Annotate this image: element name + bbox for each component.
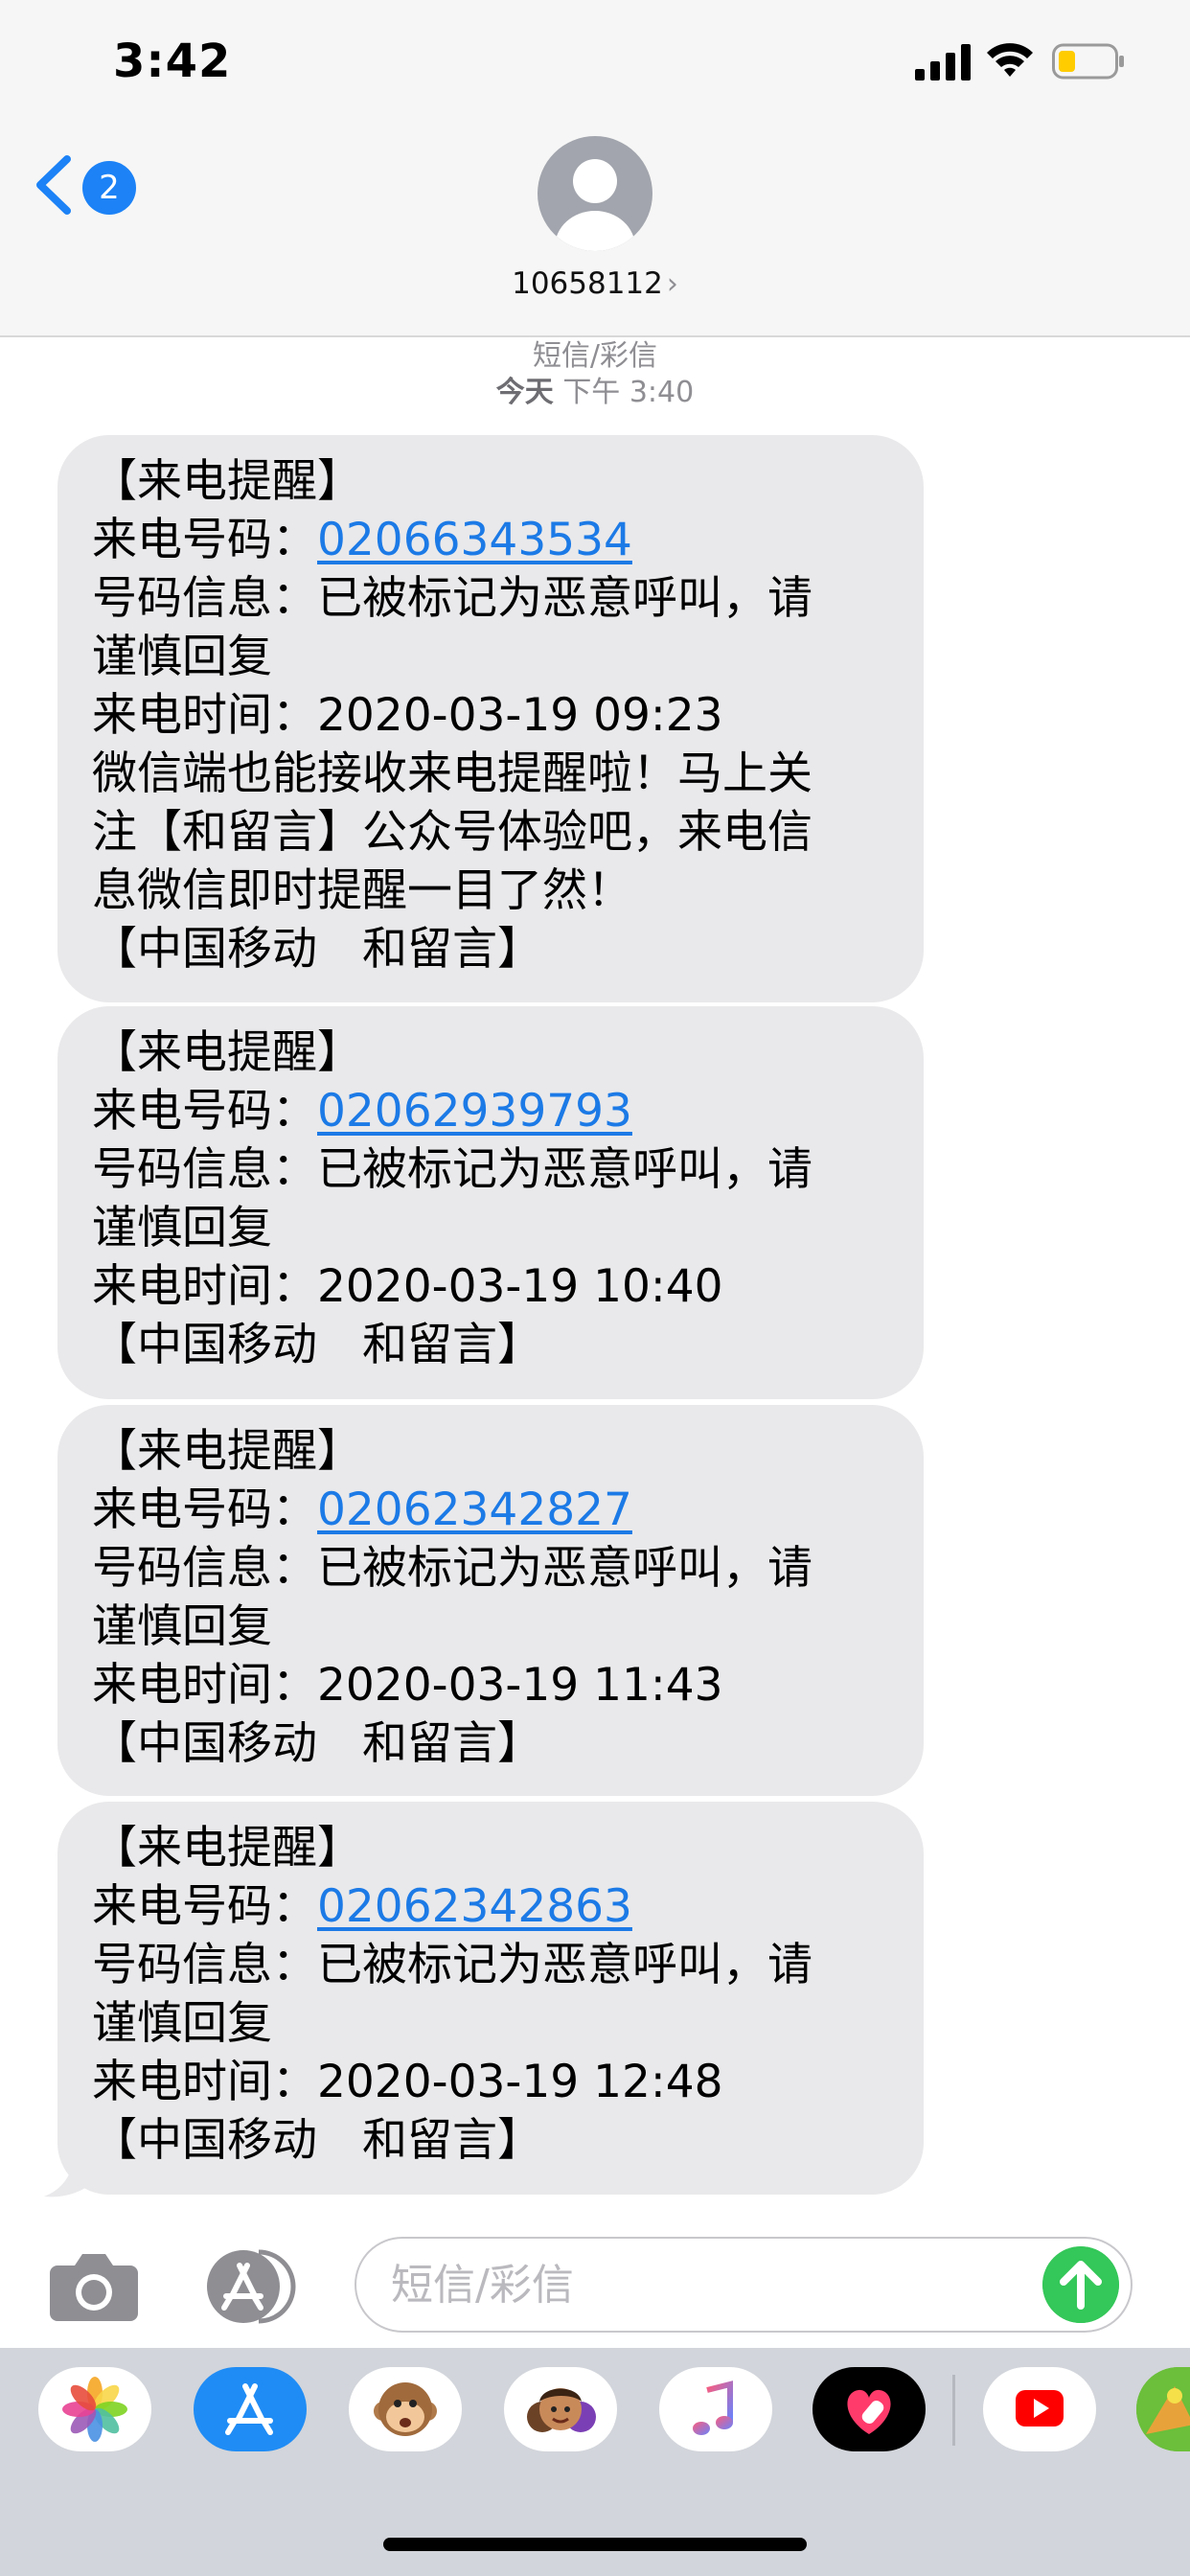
chevron-right-icon: › [666, 267, 678, 301]
message-info-line: 谨慎回复 [92, 1600, 272, 1653]
message-promo-line: 息微信即时提醒一目了然！ [92, 864, 632, 917]
phone-number-link[interactable]: 02062939793 [317, 1085, 632, 1138]
phone-number-link[interactable]: 02066343534 [317, 514, 632, 566]
number-label: 来电号码： [92, 514, 317, 566]
message-number-line: 来电号码：02066343534 [92, 511, 889, 569]
time-label: 来电时间： [92, 1659, 317, 1712]
time-label: 来电时间： [92, 2056, 317, 2108]
call-time: 2020-03-19 12:48 [317, 2056, 723, 2108]
message-time-line: 来电时间：2020-03-19 10:40 [92, 1257, 889, 1316]
message-number-line: 来电号码：02062342863 [92, 1877, 889, 1936]
phone-number-link[interactable]: 02062342863 [317, 1880, 632, 1933]
send-button[interactable] [1042, 2246, 1119, 2323]
message-info-line: 谨慎回复 [92, 1997, 272, 2050]
contact-number: 10658112 [512, 266, 663, 301]
message-number-line: 来电号码：02062939793 [92, 1082, 889, 1140]
photos-icon[interactable] [38, 2367, 151, 2451]
memoji-monkey-icon[interactable] [349, 2367, 462, 2451]
message-promo-line: 注【和留言】公众号体验吧，来电信 [92, 806, 812, 859]
message-time-line: 来电时间：2020-03-19 12:48 [92, 2053, 889, 2111]
unread-count-badge: 2 [82, 161, 136, 215]
thread-day: 今天 [495, 376, 554, 409]
call-time: 2020-03-19 09:23 [317, 689, 723, 742]
chevron-left-icon [36, 155, 71, 215]
time-label: 来电时间： [92, 1260, 317, 1313]
message-promo-line: 微信端也能接收来电提醒啦！马上关 [92, 748, 812, 800]
message-title: 【来电提醒】 [92, 1026, 362, 1079]
thread-time: 下午 3:40 [562, 376, 695, 409]
message-bubble[interactable]: 【来电提醒】 来电号码：02066343534 号码信息：已被标记为恶意呼叫，请… [57, 435, 924, 1002]
message-info-line: 号码信息：已被标记为恶意呼叫，请 [92, 1143, 812, 1196]
back-button[interactable]: 2 [31, 151, 136, 218]
message-title: 【来电提醒】 [92, 1822, 362, 1874]
message-info-line: 号码信息：已被标记为恶意呼叫，请 [92, 572, 812, 625]
message-title: 【来电提醒】 [92, 1425, 362, 1478]
memoji-people-icon[interactable] [504, 2367, 617, 2451]
phone-number-link[interactable]: 02062342827 [317, 1484, 632, 1536]
message-signature: 【中国移动 和留言】 [92, 1319, 542, 1371]
wifi-icon [987, 43, 1033, 77]
number-label: 来电号码： [92, 1085, 317, 1138]
message-number-line: 来电号码：02062342827 [92, 1481, 889, 1539]
battery-icon [1052, 43, 1124, 80]
message-signature: 【中国移动 和留言】 [92, 1717, 542, 1770]
number-label: 来电号码： [92, 1880, 317, 1933]
message-bubble[interactable]: 【来电提醒】 来电号码：02062939793 号码信息：已被标记为恶意呼叫，请… [57, 1006, 924, 1399]
message-bubble[interactable]: 【来电提醒】 来电号码：02062342827 号码信息：已被标记为恶意呼叫，请… [57, 1405, 924, 1796]
app-store-icon[interactable] [194, 2367, 307, 2451]
contact-name[interactable]: 10658112 › [0, 266, 1190, 301]
navigation-header: 3:42 2 10658112 › [0, 0, 1190, 337]
message-signature: 【中国移动 和留言】 [92, 923, 542, 976]
message-time-line: 来电时间：2020-03-19 09:23 [92, 686, 889, 745]
message-bubble[interactable]: 【来电提醒】 来电号码：02062342863 号码信息：已被标记为恶意呼叫，请… [57, 1802, 924, 2195]
game-icon[interactable] [1136, 2367, 1190, 2451]
home-indicator [383, 2538, 807, 2551]
message-time-line: 来电时间：2020-03-19 11:43 [92, 1656, 889, 1714]
youtube-icon[interactable] [983, 2367, 1096, 2451]
message-input[interactable] [355, 2237, 1133, 2333]
music-icon[interactable] [659, 2367, 772, 2451]
message-info-line: 谨慎回复 [92, 1202, 272, 1254]
drawer-divider [952, 2375, 955, 2446]
digital-touch-icon[interactable] [812, 2367, 926, 2451]
thread-timestamp: 今天 下午 3:40 [0, 368, 1190, 410]
camera-icon[interactable] [48, 2248, 140, 2323]
cellular-signal-icon [915, 44, 971, 80]
message-info-line: 号码信息：已被标记为恶意呼叫，请 [92, 1939, 812, 1991]
number-label: 来电号码： [92, 1484, 317, 1536]
status-time: 3:42 [113, 34, 232, 88]
message-title: 【来电提醒】 [92, 455, 362, 508]
call-time: 2020-03-19 10:40 [317, 1260, 723, 1313]
app-store-toggle-icon[interactable] [199, 2248, 305, 2325]
message-info-line: 号码信息：已被标记为恶意呼叫，请 [92, 1542, 812, 1595]
contact-avatar-icon[interactable] [538, 136, 652, 251]
message-signature: 【中国移动 和留言】 [92, 2114, 542, 2167]
message-info-line: 谨慎回复 [92, 631, 272, 683]
call-time: 2020-03-19 11:43 [317, 1659, 723, 1712]
bubble-tail [44, 2156, 96, 2197]
time-label: 来电时间： [92, 689, 317, 742]
